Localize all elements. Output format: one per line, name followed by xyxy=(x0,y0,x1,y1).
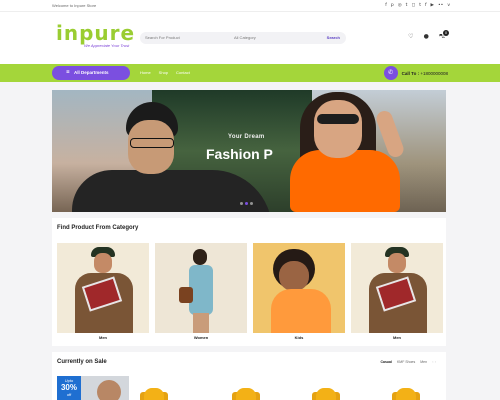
flickr-icon[interactable]: •• xyxy=(438,2,443,9)
category-image xyxy=(351,243,443,333)
sale-section: Currently on Sale Casual KMF Shoes Men ‹… xyxy=(52,352,446,400)
category-card-men[interactable]: Men xyxy=(57,243,149,340)
hero-kicker: Your Dream xyxy=(228,134,265,140)
category-section-title: Find Product From Category xyxy=(57,225,139,231)
category-card-women[interactable]: Women xyxy=(155,243,247,340)
category-card-men[interactable]: Men xyxy=(351,243,443,340)
slider-dot[interactable] xyxy=(250,202,253,205)
hero-headline: Fashion P xyxy=(206,146,273,162)
nav-link-shop[interactable]: Shop xyxy=(159,70,168,75)
nav-links: Home Shop Contact xyxy=(140,70,190,75)
departments-label: All Departments xyxy=(74,70,109,75)
promo-image xyxy=(97,380,121,400)
twitter-icon[interactable]: t xyxy=(406,2,408,9)
call-box: ✆ Call To : +1800000008 xyxy=(383,66,448,80)
call-text[interactable]: Call To : +1800000008 xyxy=(402,71,448,76)
category-image xyxy=(279,261,309,291)
discount-badge: Upto 30% off xyxy=(57,376,81,400)
slider-dot-active[interactable] xyxy=(245,202,248,205)
carousel-arrows-icon[interactable]: ‹ › xyxy=(432,360,436,364)
phone-number: +1800000008 xyxy=(420,70,448,76)
youtube-icon[interactable]: ▶ xyxy=(431,2,434,9)
search-button[interactable]: Search xyxy=(327,35,340,40)
header-actions: ♡ ● ⛍ 0 xyxy=(408,30,449,41)
hero-model-woman xyxy=(290,150,400,212)
facebook-icon[interactable]: f xyxy=(425,2,427,9)
category-image xyxy=(271,289,331,333)
category-section: Find Product From Category Men Women Kid… xyxy=(52,218,446,346)
social-links: f p ◎ t ◻ t f ▶ •• v xyxy=(385,2,450,9)
sale-tabs: Casual KMF Shoes Men ‹ › xyxy=(380,360,436,364)
tab-casual[interactable]: Casual xyxy=(380,360,391,364)
sale-section-title: Currently on Sale xyxy=(57,359,107,365)
call-label: Call To : xyxy=(401,70,420,76)
promo-off: off xyxy=(66,392,72,397)
main-nav: ≡ All Departments Home Shop Contact ✆ Ca… xyxy=(0,64,500,82)
all-departments-button[interactable]: ≡ All Departments xyxy=(52,66,130,80)
cart-count-badge: 0 xyxy=(443,30,449,36)
product-thumbnail[interactable] xyxy=(312,388,340,400)
sale-promo-banner[interactable]: Upto 30% off xyxy=(57,376,129,400)
category-label: Kids xyxy=(294,335,304,340)
search-bar: Search For Product All Category Search xyxy=(140,32,346,44)
slider-dot[interactable] xyxy=(240,202,243,205)
category-image xyxy=(193,313,209,333)
tab-kmf-shoes[interactable]: KMF Shoes xyxy=(397,360,415,364)
search-input[interactable]: Search For Product xyxy=(145,35,180,40)
hero-model-woman xyxy=(317,114,359,124)
site-header: inpure We Appreciate Your Trust Search F… xyxy=(0,12,500,64)
category-card-kids[interactable]: Kids xyxy=(253,243,345,340)
slider-dots xyxy=(240,202,253,205)
instagram-icon[interactable]: ◻ xyxy=(411,2,415,9)
category-select[interactable]: All Category xyxy=(234,35,256,40)
category-image xyxy=(155,243,247,333)
product-thumbnail[interactable] xyxy=(140,388,168,400)
tab-men[interactable]: Men xyxy=(420,360,427,364)
category-label: Men xyxy=(393,335,401,340)
site-logo[interactable]: inpure We Appreciate Your Trust xyxy=(56,22,136,54)
category-image xyxy=(253,243,345,333)
category-cards: Men Women Kids Men xyxy=(57,243,443,340)
category-label: Women xyxy=(193,335,209,340)
nav-link-contact[interactable]: Contact xyxy=(176,70,190,75)
top-bar: Welcome to Inpure Store f p ◎ t ◻ t f ▶ … xyxy=(0,0,500,12)
menu-icon: ≡ xyxy=(66,70,70,75)
tumblr-icon[interactable]: t xyxy=(419,2,421,9)
logo-tagline: We Appreciate Your Trust xyxy=(84,43,130,48)
logo-wordmark: inpure xyxy=(56,21,136,45)
hero-model-man xyxy=(130,138,174,148)
vimeo-icon[interactable]: v xyxy=(447,2,450,9)
facebook-icon[interactable]: f xyxy=(385,2,387,9)
cart-icon[interactable]: ⛍ 0 xyxy=(439,30,449,41)
pinterest-icon[interactable]: p xyxy=(391,2,394,9)
account-user-icon[interactable]: ● xyxy=(424,33,429,41)
category-label: Men xyxy=(99,335,107,340)
category-image xyxy=(193,249,207,265)
phone-icon: ✆ xyxy=(383,66,398,80)
category-image xyxy=(94,253,112,273)
nav-link-home[interactable]: Home xyxy=(140,70,151,75)
dribbble-icon[interactable]: ◎ xyxy=(398,2,402,9)
product-thumbnail[interactable] xyxy=(392,388,420,400)
hero-banner[interactable]: Your Dream Fashion P xyxy=(52,90,446,212)
category-image xyxy=(57,243,149,333)
category-image xyxy=(388,253,406,273)
promo-percent: 30% xyxy=(60,383,77,392)
category-image xyxy=(179,287,193,303)
welcome-text: Welcome to Inpure Store xyxy=(52,3,97,8)
product-thumbnail[interactable] xyxy=(232,388,260,400)
wishlist-heart-icon[interactable]: ♡ xyxy=(408,33,413,41)
hero-model-woman xyxy=(314,100,362,158)
